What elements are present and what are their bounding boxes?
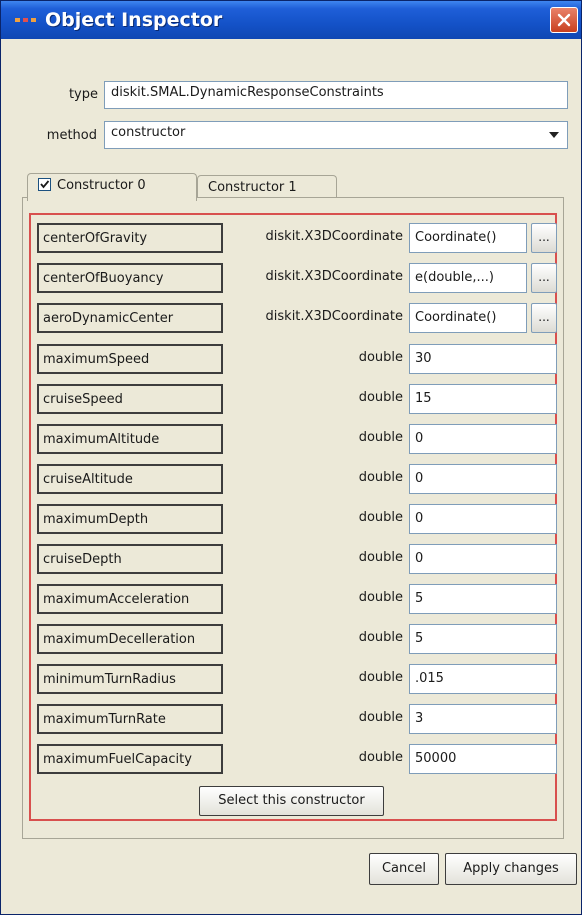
param-name-button[interactable]: cruiseAltitude bbox=[37, 464, 223, 494]
method-label: method bbox=[46, 128, 97, 143]
param-type: double bbox=[358, 390, 403, 405]
param-value-field[interactable]: 50000 bbox=[409, 744, 557, 774]
type-field[interactable]: diskit.SMAL.DynamicResponseConstraints bbox=[104, 81, 568, 109]
param-name-button[interactable]: maximumSpeed bbox=[37, 344, 223, 374]
param-row: maximumTurnRate double 3 bbox=[37, 704, 557, 734]
param-row: cruiseAltitude double 0 bbox=[37, 464, 557, 494]
param-type: double bbox=[358, 510, 403, 525]
param-value-field[interactable]: e(double,...) bbox=[409, 263, 527, 293]
param-value-field[interactable]: 0 bbox=[409, 424, 557, 454]
param-type: double bbox=[358, 350, 403, 365]
param-type: double bbox=[358, 750, 403, 765]
tab-constructor-1-label: Constructor 1 bbox=[208, 180, 297, 195]
type-field-value: diskit.SMAL.DynamicResponseConstraints bbox=[111, 85, 384, 100]
param-row: maximumAcceleration double 5 bbox=[37, 584, 557, 614]
param-name-button[interactable]: cruiseSpeed bbox=[37, 384, 223, 414]
tab-constructor-0[interactable]: Constructor 0 bbox=[27, 173, 197, 201]
param-row: minimumTurnRadius double .015 bbox=[37, 664, 557, 694]
param-type: double bbox=[358, 430, 403, 445]
param-name-button[interactable]: maximumFuelCapacity bbox=[37, 744, 223, 774]
edit-object-button[interactable]: ... bbox=[531, 303, 557, 333]
param-row: centerOfGravity diskit.X3DCoordinate Coo… bbox=[37, 223, 557, 253]
method-select[interactable]: constructor bbox=[104, 121, 568, 149]
chevron-down-icon bbox=[549, 132, 559, 138]
param-name-button[interactable]: maximumAcceleration bbox=[37, 584, 223, 614]
param-row: maximumAltitude double 0 bbox=[37, 424, 557, 454]
param-name-button[interactable]: maximumTurnRate bbox=[37, 704, 223, 734]
param-name-button[interactable]: cruiseDepth bbox=[37, 544, 223, 574]
param-name-button[interactable]: maximumAltitude bbox=[37, 424, 223, 454]
param-row: cruiseDepth double 0 bbox=[37, 544, 557, 574]
select-constructor-button[interactable]: Select this constructor bbox=[199, 786, 384, 816]
param-value-field[interactable]: 5 bbox=[409, 624, 557, 654]
type-label: type bbox=[68, 87, 98, 102]
param-value-field[interactable]: 3 bbox=[409, 704, 557, 734]
param-row: aeroDynamicCenter diskit.X3DCoordinate C… bbox=[37, 303, 557, 333]
param-name-button[interactable]: minimumTurnRadius bbox=[37, 664, 223, 694]
param-type: double bbox=[358, 590, 403, 605]
checkmark-icon bbox=[40, 180, 50, 189]
param-type: double bbox=[358, 630, 403, 645]
param-name-button[interactable]: centerOfGravity bbox=[37, 223, 223, 253]
param-name-button[interactable]: maximumDepth bbox=[37, 504, 223, 534]
window-title: Object Inspector bbox=[45, 9, 223, 31]
param-type: diskit.X3DCoordinate bbox=[265, 309, 403, 324]
param-name-button[interactable]: aeroDynamicCenter bbox=[37, 303, 223, 333]
param-value-field[interactable]: 15 bbox=[409, 384, 557, 414]
param-row: maximumDepth double 0 bbox=[37, 504, 557, 534]
param-row: cruiseSpeed double 15 bbox=[37, 384, 557, 414]
object-inspector-window: Object Inspector type diskit.SMAL.Dynami… bbox=[0, 0, 582, 915]
param-value-field[interactable]: 0 bbox=[409, 464, 557, 494]
param-type: diskit.X3DCoordinate bbox=[265, 229, 403, 244]
param-value-field[interactable]: Coordinate() bbox=[409, 223, 527, 253]
edit-object-button[interactable]: ... bbox=[531, 263, 557, 293]
param-row: centerOfBuoyancy diskit.X3DCoordinate e(… bbox=[37, 263, 557, 293]
param-value-field[interactable]: 0 bbox=[409, 544, 557, 574]
param-type: double bbox=[358, 670, 403, 685]
param-row: maximumFuelCapacity double 50000 bbox=[37, 744, 557, 774]
apply-changes-button[interactable]: Apply changes bbox=[445, 853, 577, 885]
cancel-button[interactable]: Cancel bbox=[369, 853, 439, 885]
param-row: maximumSpeed double 30 bbox=[37, 344, 557, 374]
param-value-field[interactable]: 30 bbox=[409, 344, 557, 374]
param-type: double bbox=[358, 710, 403, 725]
param-value-field[interactable]: 5 bbox=[409, 584, 557, 614]
close-icon bbox=[557, 13, 571, 27]
param-value-field[interactable]: .015 bbox=[409, 664, 557, 694]
param-type: double bbox=[358, 470, 403, 485]
param-name-button[interactable]: maximumDecelleration bbox=[37, 624, 223, 654]
close-button[interactable] bbox=[550, 7, 578, 33]
param-row: maximumDecelleration double 5 bbox=[37, 624, 557, 654]
tab-constructor-0-label: Constructor 0 bbox=[57, 178, 146, 193]
app-icon bbox=[15, 18, 36, 22]
param-value-field[interactable]: 0 bbox=[409, 504, 557, 534]
title-bar[interactable]: Object Inspector bbox=[1, 1, 581, 39]
edit-object-button[interactable]: ... bbox=[531, 223, 557, 253]
constructor-0-checkbox[interactable] bbox=[38, 178, 51, 191]
param-value-field[interactable]: Coordinate() bbox=[409, 303, 527, 333]
param-name-button[interactable]: centerOfBuoyancy bbox=[37, 263, 223, 293]
param-type: double bbox=[358, 550, 403, 565]
method-select-value: constructor bbox=[111, 125, 186, 140]
param-type: diskit.X3DCoordinate bbox=[265, 269, 403, 284]
